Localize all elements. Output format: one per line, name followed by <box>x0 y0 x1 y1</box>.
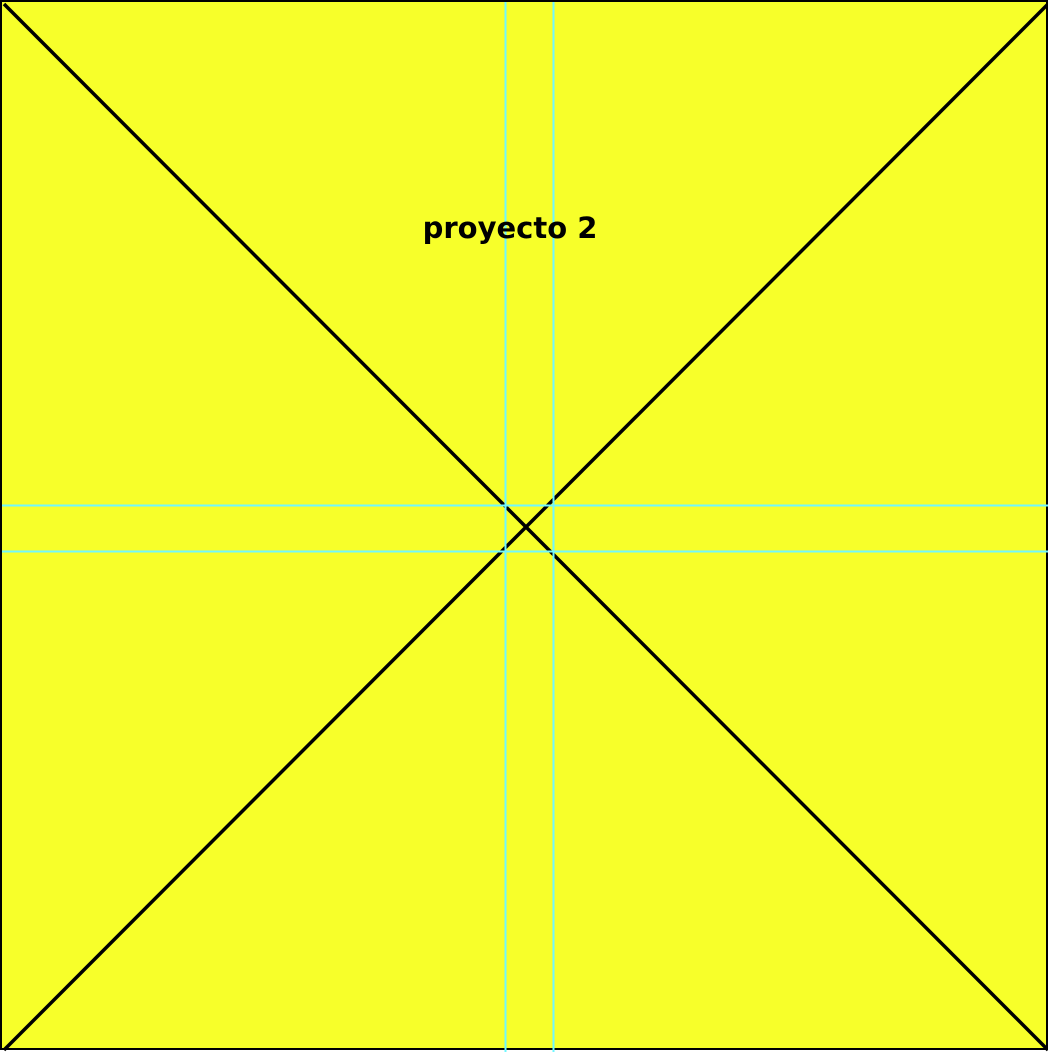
placeholder-frame[interactable]: proyecto 2 <box>0 0 1048 1052</box>
project-title: proyecto 2 <box>422 211 598 245</box>
placeholder-cross-icon <box>2 2 1048 1052</box>
